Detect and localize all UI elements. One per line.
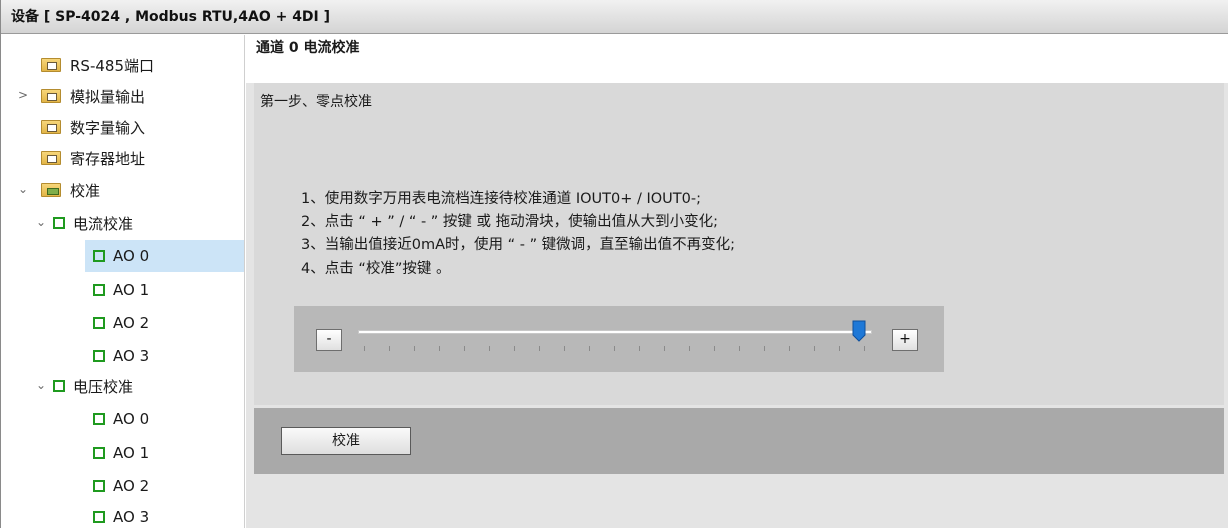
node-square-icon xyxy=(93,250,105,262)
slider-tick xyxy=(689,346,690,351)
calibration-content: 通道 0 电流校准 第一步、零点校准 1、使用数字万用表电流档连接待校准通道 I… xyxy=(246,35,1228,528)
slider-tick xyxy=(664,346,665,351)
tree-item-label: AO 3 xyxy=(113,508,150,526)
node-square-icon xyxy=(53,380,65,392)
tree-item-label: 模拟量输出 xyxy=(70,87,146,106)
calibrate-button[interactable]: 校准 xyxy=(281,427,411,455)
node-square-icon xyxy=(93,350,105,362)
chevron-down-icon[interactable]: ⌄ xyxy=(35,215,47,229)
tree-item-current-ao1[interactable]: AO 1 xyxy=(93,274,243,306)
calibration-board-icon xyxy=(41,183,61,197)
slider-tick xyxy=(414,346,415,351)
slider-tick xyxy=(814,346,815,351)
slider-tick xyxy=(489,346,490,351)
tree-item-label: AO 0 xyxy=(113,247,150,265)
slider-tick xyxy=(439,346,440,351)
step-title: 第一步、零点校准 xyxy=(260,94,372,110)
tree-item-label: AO 3 xyxy=(113,347,150,365)
calibration-step-panel: 第一步、零点校准 1、使用数字万用表电流档连接待校准通道 IOUT0+ / IO… xyxy=(254,83,1224,405)
tree-item-label: AO 1 xyxy=(113,281,150,299)
node-square-icon xyxy=(93,413,105,425)
node-square-icon xyxy=(93,317,105,329)
port-icon xyxy=(41,58,61,72)
slider-tick xyxy=(714,346,715,351)
slider-tick xyxy=(614,346,615,351)
tree-item-label: AO 2 xyxy=(113,477,150,495)
node-square-icon xyxy=(93,480,105,492)
slider-tick xyxy=(764,346,765,351)
tree-item-register-address[interactable]: 寄存器地址 xyxy=(41,142,245,174)
slider-tick xyxy=(539,346,540,351)
node-square-icon xyxy=(93,447,105,459)
slider-track[interactable] xyxy=(358,330,872,334)
node-square-icon xyxy=(53,217,65,229)
decrease-button[interactable]: - xyxy=(316,329,342,351)
tree-item-voltage-ao3[interactable]: AO 3 xyxy=(93,501,243,528)
node-square-icon xyxy=(93,511,105,523)
slider-tick xyxy=(789,346,790,351)
tree-item-voltage-ao1[interactable]: AO 1 xyxy=(93,437,243,469)
channel-title: 通道 0 电流校准 xyxy=(246,35,1228,83)
action-bar: 校准 xyxy=(254,408,1224,474)
instruction-line-3: 3、当输出值接近0mA时，使用 “ - ” 键微调，直至输出值不再变化; xyxy=(301,237,736,253)
tree-item-current-ao0[interactable]: AO 0 xyxy=(85,240,244,272)
slider-tick xyxy=(589,346,590,351)
instruction-line-4: 4、点击 “校准”按键 。 xyxy=(301,261,451,277)
slider-tick xyxy=(364,346,365,351)
analog-output-icon xyxy=(41,89,61,103)
digital-input-icon xyxy=(41,120,61,134)
chevron-down-icon[interactable]: ⌄ xyxy=(17,182,29,196)
tree-item-label: 电流校准 xyxy=(73,214,134,233)
tree-item-voltage-ao0[interactable]: AO 0 xyxy=(93,403,243,435)
tree-item-label: AO 2 xyxy=(113,314,150,332)
tree-item-label: 校准 xyxy=(70,181,101,200)
slider-tick xyxy=(464,346,465,351)
slider-tick xyxy=(389,346,390,351)
increase-button[interactable]: + xyxy=(892,329,918,351)
instruction-line-1: 1、使用数字万用表电流档连接待校准通道 IOUT0+ / IOUT0-; xyxy=(301,191,701,207)
tree-item-label: AO 0 xyxy=(113,410,150,428)
tree-item-current-calibration[interactable]: 电流校准 xyxy=(53,207,245,239)
tree-item-calibration[interactable]: 校准 xyxy=(41,174,245,206)
tree-item-current-ao2[interactable]: AO 2 xyxy=(93,307,243,339)
chevron-down-icon[interactable]: ⌄ xyxy=(35,378,47,392)
slider-tick xyxy=(739,346,740,351)
slider-tick xyxy=(839,346,840,351)
app-window: 设备 [ SP-4024 , Modbus RTU,4AO + 4DI ] RS… xyxy=(0,0,1228,528)
tree-item-label: 寄存器地址 xyxy=(70,149,146,168)
node-square-icon xyxy=(93,284,105,296)
device-tree: RS-485端口 > 模拟量输出 数字量输入 寄存器地址 ⌄ 校准 ⌄ 电流校准 xyxy=(1,35,245,528)
tree-item-label: AO 1 xyxy=(113,444,150,462)
slider-tick xyxy=(564,346,565,351)
slider-tick xyxy=(514,346,515,351)
tree-item-analog-output[interactable]: 模拟量输出 xyxy=(41,80,245,112)
tree-item-rs485[interactable]: RS-485端口 xyxy=(41,49,245,81)
instruction-line-2: 2、点击 “ + ” / “ - ” 按键 或 拖动滑块，使输出值从大到小变化; xyxy=(301,214,719,230)
tree-item-label: 电压校准 xyxy=(73,377,134,396)
tree-item-digital-input[interactable]: 数字量输入 xyxy=(41,111,245,143)
slider-tick xyxy=(639,346,640,351)
slider-thumb[interactable] xyxy=(852,320,866,342)
tree-item-label: RS-485端口 xyxy=(70,56,154,75)
register-icon xyxy=(41,151,61,165)
window-title: 设备 [ SP-4024 , Modbus RTU,4AO + 4DI ] xyxy=(1,0,1228,34)
slider-tick xyxy=(864,346,865,351)
tree-item-current-ao3[interactable]: AO 3 xyxy=(93,340,243,372)
chevron-right-icon[interactable]: > xyxy=(17,88,29,102)
output-slider-group: - + xyxy=(294,306,944,372)
tree-item-label: 数字量输入 xyxy=(70,118,146,137)
tree-item-voltage-calibration[interactable]: 电压校准 xyxy=(53,370,245,402)
tree-item-voltage-ao2[interactable]: AO 2 xyxy=(93,470,243,502)
